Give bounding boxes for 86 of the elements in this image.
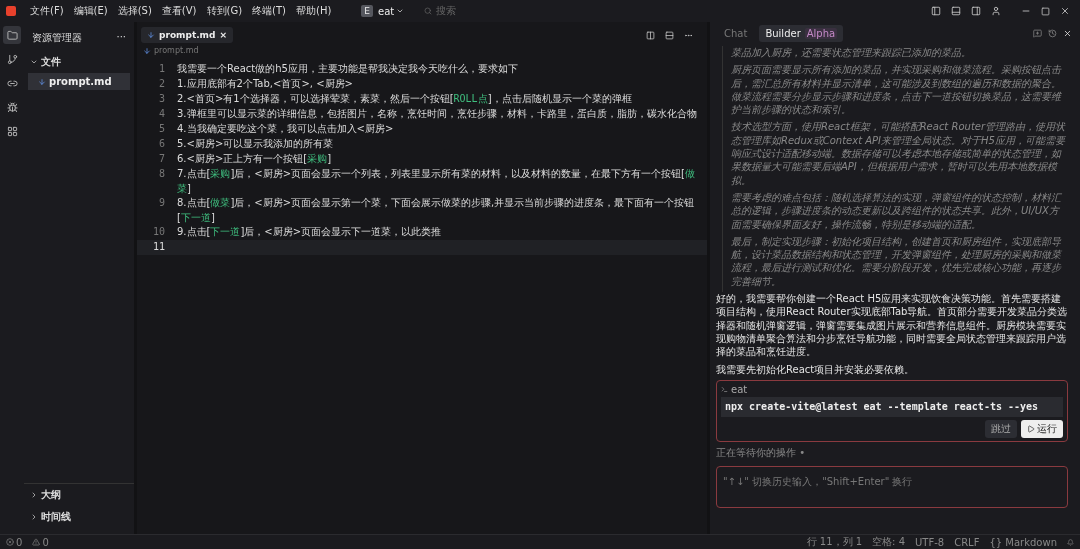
line-number: 1 xyxy=(157,62,166,76)
panel-left-icon[interactable] xyxy=(931,6,941,16)
line-number: 11 xyxy=(151,240,166,254)
answer-paragraph: 我需要先初始化React项目并安装必要依赖。 xyxy=(716,362,916,376)
chevron-down-icon xyxy=(396,7,405,15)
tab-close-button[interactable]: × xyxy=(219,30,227,40)
code-line: 9.点击[下一道]后，<厨房>页面会显示下一道菜，以此类推 xyxy=(177,225,442,239)
status-item[interactable]: 行 11，列 1 xyxy=(806,535,863,549)
more-button[interactable]: ··· xyxy=(116,31,126,45)
code-line: 2.<首页>有1个选择器，可以选择荤菜，素菜，然后一个按钮[ROLL点]，点击后随机显示一个菜的弹框 xyxy=(177,92,632,106)
code-line: 7.点击[采购]后，<厨房>页面会显示一个列表，列表里显示所有菜的材料，以及材料的数量，在最下方有一个按钮[做菜] xyxy=(177,167,696,196)
menu-item[interactable]: 编辑(E) xyxy=(69,4,112,18)
menu-item[interactable]: 转到(G) xyxy=(202,4,247,18)
code-line: 3.弹框里可以显示菜的详细信息，包括图片，名称，烹饪时间，烹饪步骤，材料，卡路里，蛋白质，脂肪，碳水化合物 xyxy=(177,107,697,121)
thinking-paragraph: 技术选型方面，使用React框架，可能搭配React Router管理路由，使用状态管理库如Redux或Context API来管理全局状态。对于H5应用，可能需要响应式设计适配移动端。数据存储可以考虑本地存储或简单的状态管理，如果数据量大可能需要后端API，但根据用户需求，暂时可以先用本地数据模拟。 xyxy=(731,120,1067,187)
command-code: npx create-vite@latest eat --template react-ts --yes xyxy=(721,396,1063,417)
search-icon xyxy=(424,7,433,15)
thinking-paragraph: 菜品加入厨房，还需要状态管理来跟踪已添加的菜品。 xyxy=(731,46,972,60)
menu-item[interactable]: 文件(F) xyxy=(26,4,68,18)
warning-count[interactable]: 0 xyxy=(32,536,49,548)
status-item[interactable]: UTF-8 xyxy=(915,536,945,548)
menu-item[interactable]: 查看(V) xyxy=(157,4,201,18)
section-header[interactable]: 大纲 xyxy=(24,484,134,506)
new-chat-icon[interactable] xyxy=(1033,29,1042,38)
skip-button[interactable]: 跳过 xyxy=(985,419,1017,438)
section-header[interactable]: 时间线 xyxy=(24,506,134,528)
play-icon xyxy=(1027,424,1035,433)
preview-icon[interactable] xyxy=(646,30,655,40)
chevron-down-icon xyxy=(30,58,38,66)
editor-tab[interactable]: prompt.md × xyxy=(141,27,233,43)
status-item[interactable]: CRLF xyxy=(954,536,980,548)
code-line: 我需要一个React做的h5应用，主要功能是帮我决定我今天吃什么，要求如下 xyxy=(177,62,518,76)
arrow-down-icon xyxy=(38,77,46,86)
run-button[interactable]: 运行 xyxy=(1021,419,1063,438)
arrow-down-icon xyxy=(143,46,151,55)
maximize-icon[interactable] xyxy=(1041,6,1050,16)
code-line: 5.<厨房>可以显示我添加的所有菜 xyxy=(177,137,334,151)
file-item[interactable]: prompt.md xyxy=(28,73,130,90)
account-icon[interactable] xyxy=(991,6,1001,16)
code-line: 6.<厨房>正上方有一个按钮[采购] xyxy=(177,152,332,166)
error-count[interactable]: 0 xyxy=(6,536,23,548)
close-icon[interactable] xyxy=(1060,6,1070,16)
thinking-paragraph: 需要考虑的难点包括：随机选择算法的实现，弹窗组件的状态控制，材料汇总的逻辑，步骤进度条的动态更新以及跨组件的状态共享。此外，UI/UX方面需要确保界面友好，操作流畅，特别是移动端的适配。 xyxy=(731,190,1063,231)
code-line: 4.当我确定要吃这个菜，我可以点击加入<厨房> xyxy=(177,122,394,136)
breadcrumb[interactable]: prompt.md xyxy=(154,46,199,55)
warning-icon xyxy=(32,538,41,546)
panel-right-icon[interactable] xyxy=(971,6,981,16)
line-number: 10 xyxy=(151,225,166,239)
app-logo xyxy=(6,6,16,16)
workspace-badge: E xyxy=(361,5,373,17)
line-number: 4 xyxy=(157,107,166,121)
command-title: eat xyxy=(731,383,748,395)
status-text: 正在等待你的操作 • xyxy=(716,445,807,460)
terminal-icon xyxy=(721,385,728,393)
chevron-right-icon xyxy=(30,513,38,521)
sidebar-title: 资源管理器 xyxy=(32,31,82,45)
line-number: 5 xyxy=(157,122,166,136)
files-icon[interactable] xyxy=(3,26,21,44)
menu-item[interactable]: 终端(T) xyxy=(248,4,290,18)
arrow-down-icon xyxy=(147,31,155,39)
workspace-switcher[interactable]: eat xyxy=(378,5,405,17)
status-item[interactable]: {} Markdown xyxy=(989,536,1057,548)
chat-tab[interactable]: Builder Alpha xyxy=(759,25,844,42)
line-number: 2 xyxy=(157,77,166,91)
line-number: 6 xyxy=(157,137,166,151)
line-number: 7 xyxy=(157,152,166,166)
thinking-paragraph: 厨房页面需要显示所有添加的菜品，并实现采购和做菜流程。采购按钮点击后，需汇总所有材料并显示清单，这可能涉及到数组的遍历和数据的聚合。做菜流程需要分步显示步骤和进度条，点击下一道按钮切换菜品，这需要维护当前步骤的状态和索引。 xyxy=(731,63,1063,117)
menu-item[interactable]: 帮助(H) xyxy=(292,4,336,18)
code-line: 8.点击[做菜]后，<厨房>页面会显示第一个菜，下面会展示做菜的步骤,并显示当前步骤的进度条，最下面有一个按钮[下一道] xyxy=(177,196,696,225)
chat-input[interactable]: "↑↓" 切换历史输入，"Shift+Enter" 换行 xyxy=(716,465,1068,508)
section-header[interactable]: 文件 xyxy=(24,51,134,73)
menu-item[interactable]: 选择(S) xyxy=(113,4,156,18)
status-item[interactable]: 空格: 4 xyxy=(872,535,906,549)
thinking-paragraph: 最后，制定实现步骤：初始化项目结构，创建首页和厨房组件，实现底部导航，设计菜品数据结构和状态管理，开发弹窗组件，处理厨房的采购和做菜流程，最后进行测试和优化。需要分阶段开发，优先完成核心功能，再逐步完善细节。 xyxy=(731,234,1063,289)
split-icon[interactable] xyxy=(665,30,674,40)
panel-bottom-icon[interactable] xyxy=(951,6,961,16)
line-number: 8 xyxy=(157,167,166,181)
line-number: 3 xyxy=(157,92,166,106)
chat-tab[interactable]: Chat xyxy=(718,25,754,42)
code-line: 1.应用底部有2个Tab,<首页>, <厨房> xyxy=(177,77,353,91)
chevron-right-icon xyxy=(30,491,38,499)
answer-paragraph: 好的，我需要帮你创建一个React H5应用来实现饮食决策功能。首先需要搭建项目结构，使用React Router实现底部Tab导航。首页部分需要开发菜品分类选择器和随机弹窗逻辑，弹窗需要集成图片展示和营养信息组件。厨房模块需要实现购物清单聚合算法和分步烹饪导航功能，同时需要全局状态管理来跟踪用户选择的菜品和烹饪进度。 xyxy=(716,292,1068,359)
history-icon[interactable] xyxy=(1048,29,1057,38)
line-number: 9 xyxy=(157,196,166,210)
close-icon[interactable] xyxy=(1063,29,1072,38)
error-icon xyxy=(6,538,14,546)
